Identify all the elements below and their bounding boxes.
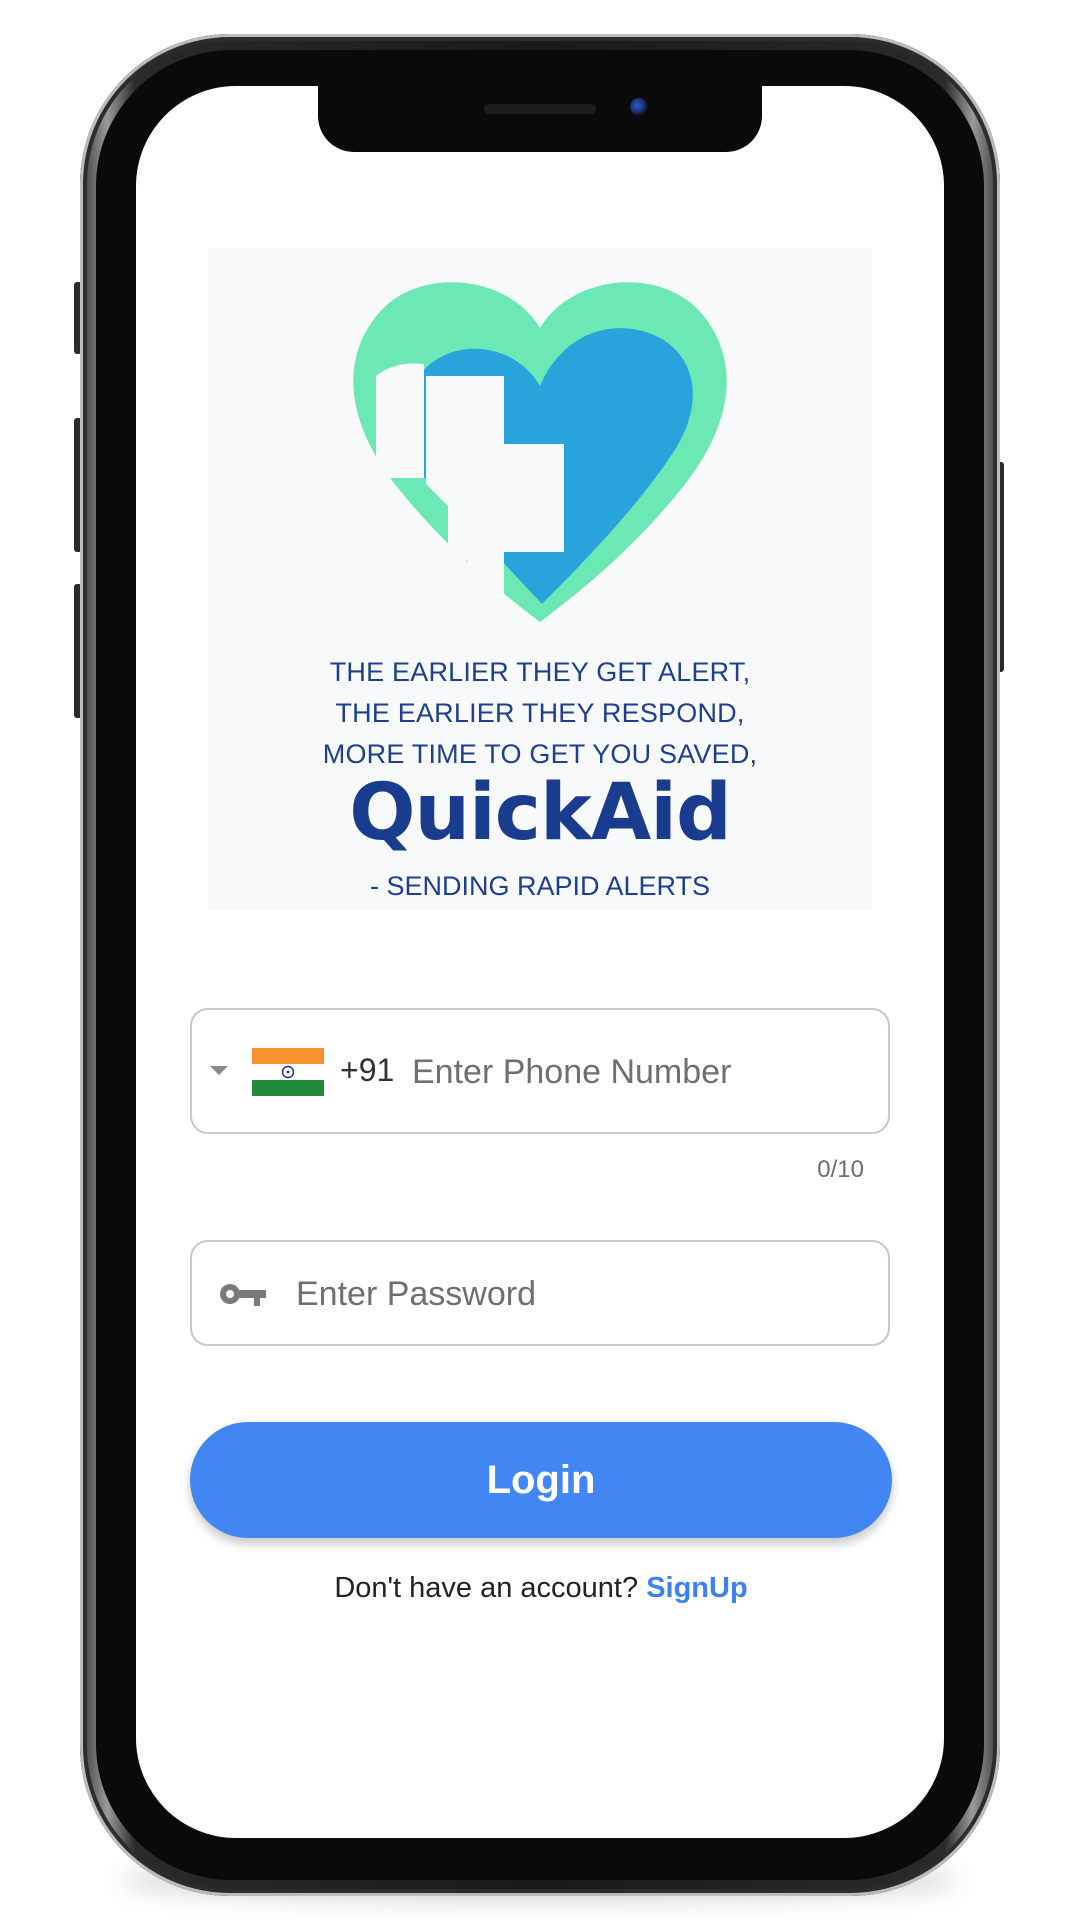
quickaid-heart-logo-icon bbox=[353, 282, 727, 622]
phone-number-input[interactable] bbox=[410, 1046, 874, 1098]
signup-prompt-text: Don't have an account? bbox=[334, 1572, 639, 1604]
speaker-grille bbox=[484, 104, 596, 114]
key-icon bbox=[220, 1284, 266, 1306]
login-button[interactable]: Login bbox=[190, 1422, 892, 1538]
app-screenshot: THE EARLIER THEY GET ALERT, THE EARLIER … bbox=[0, 0, 1080, 1920]
brand-slogan: - SENDING RAPID ALERTS bbox=[369, 871, 711, 901]
password-field[interactable] bbox=[190, 1240, 890, 1346]
tagline-line-1: THE EARLIER THEY GET ALERT, bbox=[329, 657, 751, 687]
phone-character-counter: 0/10 bbox=[817, 1156, 864, 1183]
signup-prompt-row: Don't have an account? SignUp bbox=[190, 1572, 892, 1605]
country-dial-code[interactable]: +91 bbox=[340, 1052, 394, 1089]
front-camera-icon bbox=[630, 98, 648, 116]
tagline-line-2: THE EARLIER THEY RESPOND, bbox=[335, 698, 745, 728]
device-notch bbox=[318, 86, 762, 152]
india-flag-icon[interactable] bbox=[252, 1048, 324, 1096]
phone-number-field[interactable]: +91 bbox=[190, 1008, 890, 1134]
country-dropdown-caret-icon[interactable] bbox=[210, 1066, 228, 1075]
hero-banner: THE EARLIER THEY GET ALERT, THE EARLIER … bbox=[208, 248, 872, 910]
password-input[interactable] bbox=[294, 1268, 868, 1320]
signup-link[interactable]: SignUp bbox=[646, 1572, 748, 1604]
brand-wordmark: QuickAid bbox=[349, 768, 732, 858]
